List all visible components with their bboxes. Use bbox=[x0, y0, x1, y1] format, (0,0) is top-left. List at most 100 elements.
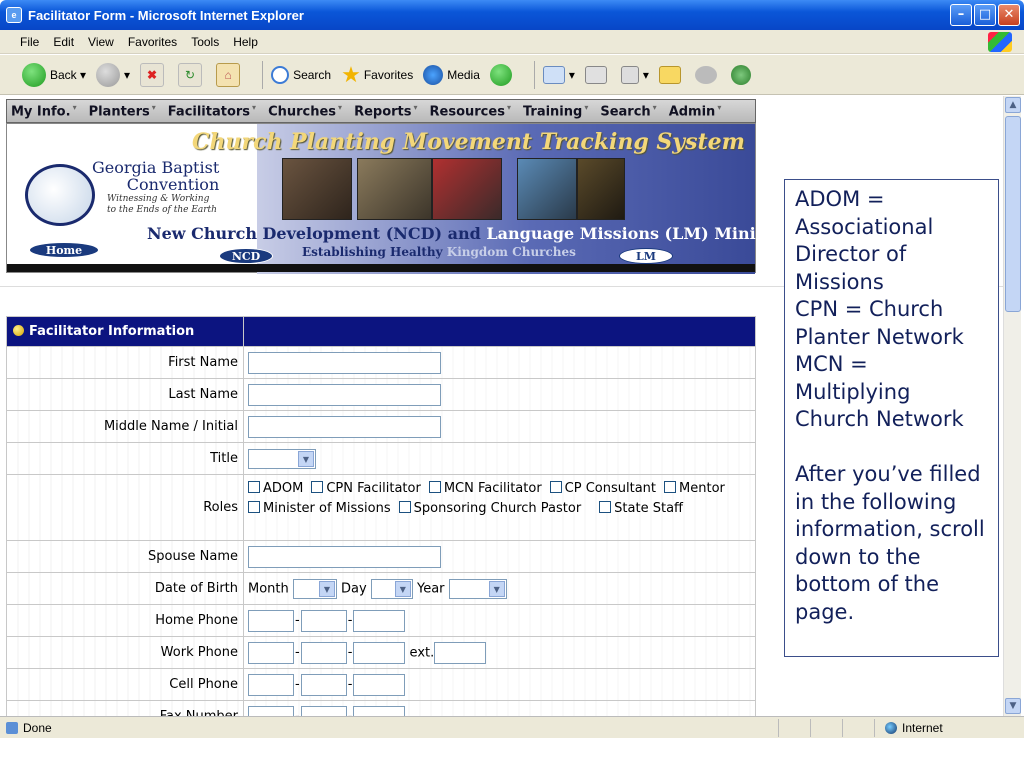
refresh-button[interactable]: ↻ bbox=[178, 62, 206, 87]
banner-tagline: Establishing Healthy Kingdom Churches bbox=[302, 245, 576, 259]
forward-arrow-icon bbox=[96, 62, 121, 87]
nav-planters[interactable]: Planters bbox=[89, 103, 156, 119]
title-select[interactable]: ▼ bbox=[248, 448, 316, 469]
first-name-input[interactable] bbox=[248, 351, 441, 374]
work-phone-ext[interactable] bbox=[434, 641, 487, 664]
scroll-up-icon[interactable]: ▲ bbox=[1005, 97, 1021, 113]
favorites-button[interactable]: ★ Favorites bbox=[341, 62, 413, 88]
facilitator-form: Facilitator Information First Name Last … bbox=[6, 316, 756, 716]
fax-area[interactable] bbox=[248, 705, 294, 716]
checkbox[interactable] bbox=[664, 481, 677, 493]
cell-phone-line[interactable] bbox=[353, 673, 406, 696]
form-header-row: Facilitator Information bbox=[6, 316, 756, 347]
home-phone-prefix[interactable] bbox=[300, 609, 347, 632]
maximize-button[interactable]: □ bbox=[974, 4, 996, 26]
internet-globe-icon bbox=[885, 721, 897, 734]
menu-help[interactable]: Help bbox=[233, 35, 258, 49]
role-cp-consultant[interactable]: CP Consultant bbox=[549, 481, 656, 496]
nav-resources[interactable]: Resources bbox=[430, 103, 511, 119]
media-button[interactable]: Media bbox=[423, 64, 480, 85]
checkbox[interactable] bbox=[248, 501, 260, 513]
edit-button[interactable]: ▾ bbox=[620, 65, 649, 84]
gbc-name: Georgia Baptist Convention bbox=[92, 158, 220, 194]
vertical-scrollbar[interactable]: ▲ ▼ bbox=[1003, 96, 1021, 716]
search-button[interactable]: Search bbox=[271, 65, 331, 84]
toolbar: Back ▾ ▾ ✖ ↻ ⌂ Search ★ Favorites Media ▾… bbox=[0, 55, 1024, 95]
window-titlebar: e Facilitator Form - Microsoft Internet … bbox=[0, 0, 1024, 30]
bullet-icon bbox=[13, 325, 24, 336]
role-mcn-facilitator[interactable]: MCN Facilitator bbox=[428, 481, 542, 496]
print-button[interactable] bbox=[584, 65, 611, 84]
role-state-staff[interactable]: State Staff bbox=[599, 501, 683, 516]
title-label: Title bbox=[6, 442, 244, 475]
home-button[interactable]: ⌂ bbox=[216, 62, 244, 87]
home-phone-line[interactable] bbox=[353, 609, 406, 632]
cell-phone-area[interactable] bbox=[248, 673, 294, 696]
ncd-link[interactable]: NCD bbox=[219, 248, 273, 264]
nav-admin[interactable]: Admin bbox=[669, 103, 722, 119]
photo-couple bbox=[432, 158, 502, 220]
nav-search[interactable]: Search bbox=[600, 103, 656, 119]
nav-churches[interactable]: Churches bbox=[268, 103, 342, 119]
chevron-down-icon: ▼ bbox=[488, 580, 505, 597]
last-name-input[interactable] bbox=[248, 383, 441, 406]
refresh-icon: ↻ bbox=[178, 62, 203, 87]
role-adom[interactable]: ADOM bbox=[248, 481, 303, 496]
dob-month-select[interactable]: ▼ bbox=[292, 578, 337, 599]
checkbox[interactable] bbox=[311, 481, 324, 493]
messenger-icon bbox=[730, 64, 751, 85]
messenger-button[interactable] bbox=[730, 64, 755, 85]
checkbox[interactable] bbox=[398, 501, 411, 513]
role-mentor[interactable]: Mentor bbox=[664, 481, 725, 496]
spouse-name-input[interactable] bbox=[248, 545, 441, 568]
stop-button[interactable]: ✖ bbox=[140, 62, 168, 87]
forward-button[interactable]: ▾ bbox=[96, 62, 130, 87]
home-phone-area[interactable] bbox=[248, 609, 294, 632]
mail-button[interactable]: ▾ bbox=[542, 65, 575, 84]
history-icon bbox=[489, 63, 512, 86]
menu-favorites[interactable]: Favorites bbox=[128, 35, 177, 49]
menu-file[interactable]: File bbox=[20, 35, 39, 49]
role-minister-of-missions[interactable]: Minister of Missions bbox=[248, 501, 391, 516]
nav-training[interactable]: Training bbox=[523, 103, 588, 119]
work-phone-line[interactable] bbox=[353, 641, 406, 664]
lm-link[interactable]: LM bbox=[619, 248, 673, 264]
print-icon bbox=[584, 65, 607, 84]
work-phone-prefix[interactable] bbox=[300, 641, 347, 664]
discuss-button[interactable] bbox=[694, 65, 721, 84]
media-icon bbox=[423, 64, 444, 85]
checkbox[interactable] bbox=[599, 501, 612, 513]
scroll-thumb[interactable] bbox=[1005, 116, 1021, 312]
role-sponsoring-church-pastor[interactable]: Sponsoring Church Pastor bbox=[398, 501, 581, 516]
middle-name-input[interactable] bbox=[248, 415, 441, 438]
status-bar: Done Internet bbox=[0, 716, 1024, 738]
cell-phone-prefix[interactable] bbox=[300, 673, 347, 696]
folder-button[interactable] bbox=[658, 65, 685, 84]
work-phone-area[interactable] bbox=[248, 641, 294, 664]
minimize-button[interactable]: – bbox=[950, 4, 972, 26]
fax-line[interactable] bbox=[353, 705, 406, 716]
dob-year-select[interactable]: ▼ bbox=[448, 578, 507, 599]
menu-tools[interactable]: Tools bbox=[191, 35, 219, 49]
folder-icon bbox=[658, 65, 681, 84]
fax-prefix[interactable] bbox=[300, 705, 347, 716]
role-cpn-facilitator[interactable]: CPN Facilitator bbox=[311, 481, 421, 496]
nav-reports[interactable]: Reports bbox=[354, 103, 417, 119]
checkbox[interactable] bbox=[248, 481, 260, 493]
checkbox[interactable] bbox=[428, 481, 441, 493]
history-button[interactable] bbox=[489, 63, 516, 86]
checkbox[interactable] bbox=[549, 481, 562, 493]
photo-preacher bbox=[282, 158, 352, 220]
home-phone-label: Home Phone bbox=[6, 604, 244, 637]
ministries-line: New Church Development (NCD) and Languag… bbox=[147, 224, 806, 243]
menu-view[interactable]: View bbox=[88, 35, 114, 49]
home-link[interactable]: Home bbox=[29, 242, 99, 258]
menu-edit[interactable]: Edit bbox=[53, 35, 74, 49]
back-button[interactable]: Back ▾ bbox=[22, 62, 86, 87]
dob-day-select[interactable]: ▼ bbox=[370, 578, 413, 599]
close-button[interactable]: ✕ bbox=[998, 4, 1020, 26]
stop-icon: ✖ bbox=[140, 62, 165, 87]
scroll-down-icon[interactable]: ▼ bbox=[1005, 698, 1021, 714]
nav-facilitators[interactable]: Facilitators bbox=[168, 103, 256, 119]
nav-my-info[interactable]: My Info. bbox=[11, 103, 77, 119]
